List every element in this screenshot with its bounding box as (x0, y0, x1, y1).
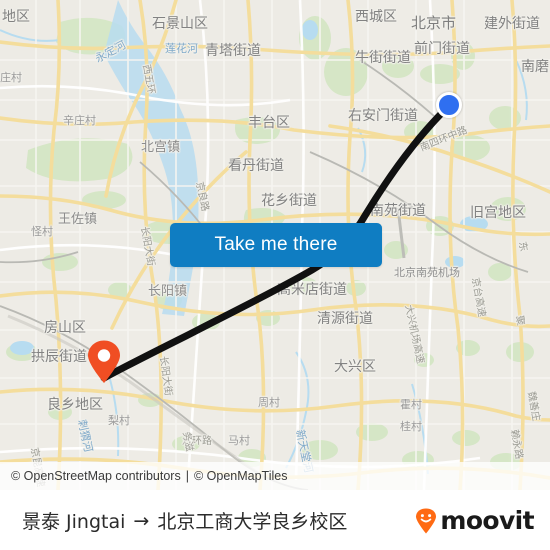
trip-origin: 景泰 Jingtai (22, 511, 126, 533)
openmaptiles-attribution-link[interactable]: © OpenMapTiles (194, 469, 288, 483)
destination-marker[interactable] (86, 340, 122, 384)
origin-marker[interactable] (436, 92, 462, 118)
arrow-right-icon: → (133, 509, 150, 532)
take-me-there-button[interactable]: Take me there (170, 223, 382, 267)
map-attribution: © OpenStreetMap contributors | © OpenMap… (0, 462, 550, 490)
trip-destination: 北京工商大学良乡校区 (157, 511, 348, 533)
map-view[interactable]: 地区 石景山区 西城区 北京市 建外街道 莲花河 青塔街道 前门街道 牛街街道 南磨 庄村 永定河 西五… (0, 0, 550, 490)
moovit-logo[interactable]: moovit (415, 506, 535, 535)
osm-attribution-link[interactable]: © OpenStreetMap contributors (11, 469, 181, 483)
trip-title: 景泰 Jingtai → 北京工商大学良乡校区 (22, 507, 415, 534)
moovit-pin-icon (416, 508, 437, 533)
attribution-separator: | (185, 469, 189, 483)
footer-bar: 景泰 Jingtai → 北京工商大学良乡校区 moovit (0, 490, 550, 550)
moovit-wordmark: moovit (440, 506, 534, 535)
moovit-trip-map-screen: 地区 石景山区 西城区 北京市 建外街道 莲花河 青塔街道 前门街道 牛街街道 南磨 庄村 永定河 西五… (0, 0, 550, 550)
